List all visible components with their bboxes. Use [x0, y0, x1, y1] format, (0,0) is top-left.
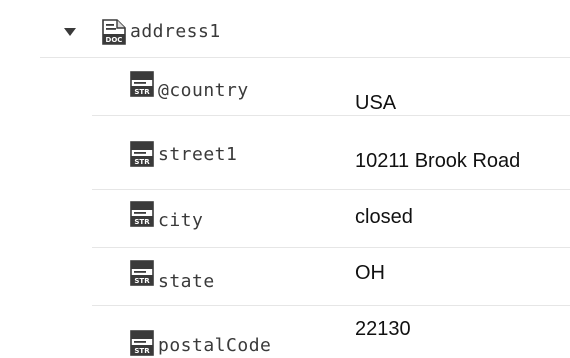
field-key: state [158, 271, 215, 292]
node-label: address1 [130, 21, 221, 42]
field-value: USA [355, 92, 397, 114]
svg-text:STR: STR [134, 88, 150, 96]
field-key: street1 [158, 144, 238, 165]
str-icon: STR [130, 260, 154, 286]
tree-row-postalcode[interactable]: STR postalCode 22130 [0, 306, 570, 358]
field-key: city [158, 210, 204, 231]
str-icon: STR [130, 201, 154, 227]
field-key: @country [158, 80, 249, 101]
tree-node-address1[interactable]: DOC address1 [0, 0, 570, 58]
row-divider [92, 115, 570, 116]
svg-text:DOC: DOC [106, 36, 123, 44]
field-value: OH [355, 262, 385, 284]
field-value: closed [355, 206, 413, 228]
tree-row-city[interactable]: STR city closed [0, 190, 570, 248]
str-icon: STR [130, 330, 154, 356]
tree-row-street1[interactable]: STR street1 10211 Brook Road [0, 132, 570, 190]
svg-text:STR: STR [134, 158, 150, 166]
str-icon: STR [130, 141, 154, 167]
svg-text:STR: STR [134, 347, 150, 355]
field-value: 22130 [355, 318, 411, 340]
tree-row-country[interactable]: STR @country USA [0, 58, 570, 116]
tree-row-state[interactable]: STR state OH [0, 248, 570, 306]
document-tree: DOC address1 STR @country USA STR street… [0, 0, 570, 358]
field-key: postalCode [158, 335, 272, 356]
expand-toggle-icon[interactable] [64, 28, 76, 36]
svg-text:STR: STR [134, 218, 150, 226]
svg-text:STR: STR [134, 277, 150, 285]
str-icon: STR [130, 71, 154, 97]
doc-icon: DOC [102, 19, 126, 45]
field-value: 10211 Brook Road [355, 150, 521, 172]
